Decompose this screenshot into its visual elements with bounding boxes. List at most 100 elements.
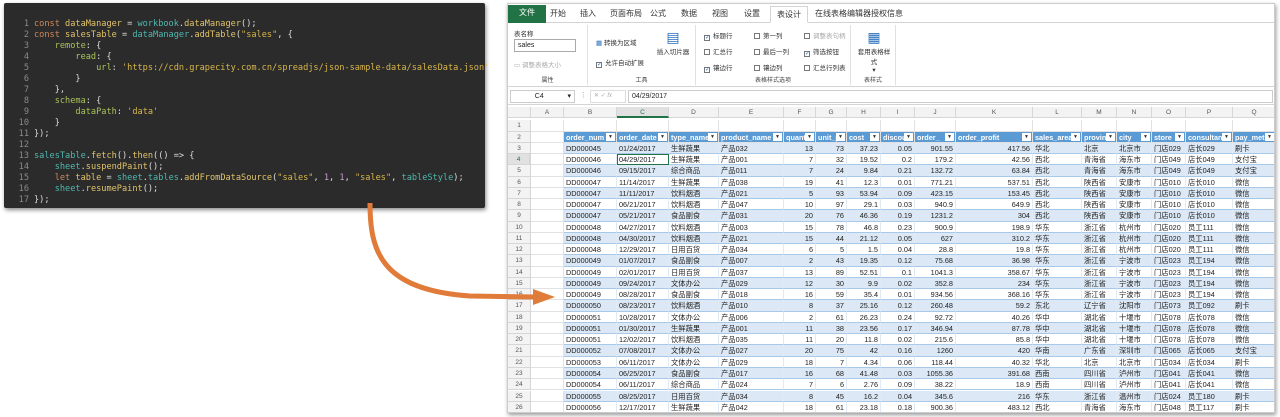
cell[interactable]: 215.6 xyxy=(915,334,956,346)
cell[interactable]: 73 xyxy=(816,142,847,155)
cell[interactable]: 产品027 xyxy=(719,345,784,357)
cell[interactable]: 59 xyxy=(816,289,847,301)
cell[interactable]: 0.12 xyxy=(881,300,915,312)
cell[interactable]: 10 xyxy=(784,199,816,211)
cell[interactable]: 8 xyxy=(784,390,816,402)
cell[interactable] xyxy=(669,120,719,132)
cell[interactable]: 7 xyxy=(784,165,816,177)
cell[interactable]: DD000047 xyxy=(564,210,617,222)
cell[interactable]: 员工111 xyxy=(1186,244,1233,256)
cell[interactable]: 微信 xyxy=(1233,289,1274,301)
formula-input[interactable]: 04/29/2017 xyxy=(628,90,1273,103)
cell[interactable]: 0.09 xyxy=(881,379,915,391)
cell[interactable]: 05/21/2017 xyxy=(617,210,669,222)
cell[interactable]: DD000048 xyxy=(564,232,617,245)
cell[interactable]: DD000049 xyxy=(564,266,617,278)
cell[interactable]: 西北 xyxy=(1033,401,1082,412)
cell[interactable] xyxy=(1233,120,1274,132)
column-header[interactable]: N xyxy=(1117,107,1152,119)
cell[interactable]: 华东 xyxy=(1033,244,1082,256)
cell[interactable]: 37.23 xyxy=(847,142,881,155)
cell[interactable] xyxy=(531,210,564,222)
cell[interactable]: 门店020 xyxy=(1152,244,1186,256)
cell[interactable]: 391.68 xyxy=(956,367,1033,380)
table-column-header[interactable]: product_name ▼ xyxy=(719,131,784,143)
cell[interactable]: 浙江省 xyxy=(1082,277,1117,290)
cell[interactable]: 西北 xyxy=(1033,187,1082,200)
cell[interactable]: 11/14/2017 xyxy=(617,176,669,188)
cell[interactable]: 门店010 xyxy=(1152,187,1186,200)
cell[interactable]: 华中 xyxy=(1033,322,1082,335)
tab-7[interactable]: 设置 xyxy=(738,6,766,23)
column-header[interactable]: Q xyxy=(1233,107,1274,119)
cell[interactable]: 627 xyxy=(915,232,956,245)
cell[interactable]: 11 xyxy=(784,334,816,346)
cell[interactable]: 01/07/2017 xyxy=(617,255,669,267)
cell[interactable]: 产品011 xyxy=(719,165,784,177)
filter-dropdown-icon[interactable]: ▼ xyxy=(1265,132,1274,141)
cell[interactable]: 陕西省 xyxy=(1082,187,1117,200)
cell[interactable]: DD000052 xyxy=(564,345,617,357)
cell[interactable]: 产品017 xyxy=(719,367,784,380)
table-column-header[interactable]: store ▼ xyxy=(1152,131,1186,143)
table-column-header[interactable]: quantit ▼ xyxy=(784,131,816,143)
tab-0[interactable]: 文件 xyxy=(508,5,546,23)
cell[interactable]: 微信 xyxy=(1233,232,1274,245)
cell[interactable]: 文体办公 xyxy=(669,345,719,357)
cell[interactable]: 泸州市 xyxy=(1117,379,1152,391)
cell[interactable]: 饮料烟酒 xyxy=(669,221,719,233)
cell[interactable]: 30 xyxy=(816,277,847,290)
cell[interactable]: 门店048 xyxy=(1152,401,1186,412)
column-header[interactable]: J xyxy=(915,107,956,119)
cell[interactable]: 06/11/2017 xyxy=(617,356,669,368)
cell[interactable]: 01/24/2017 xyxy=(617,142,669,155)
filter-dropdown-icon[interactable]: ▼ xyxy=(836,132,845,141)
row-header[interactable]: 6 xyxy=(508,176,531,188)
cell[interactable]: 产品032 xyxy=(719,142,784,155)
cell[interactable]: 安康市 xyxy=(1117,199,1152,211)
tab-1[interactable]: 开始 xyxy=(544,6,572,23)
cell[interactable] xyxy=(881,120,915,132)
cell[interactable]: DD000046 xyxy=(564,154,617,166)
cell[interactable]: 广东省 xyxy=(1082,345,1117,357)
cell[interactable]: 26.23 xyxy=(847,311,881,323)
cell[interactable]: 辽宁省 xyxy=(1082,300,1117,312)
row-header[interactable]: 23 xyxy=(508,367,531,380)
column-header[interactable]: M xyxy=(1082,107,1117,119)
cell[interactable]: 华南 xyxy=(1033,345,1082,357)
column-header[interactable]: G xyxy=(816,107,847,119)
cell[interactable]: 0.02 xyxy=(881,277,915,290)
cell[interactable]: 店长010 xyxy=(1186,199,1233,211)
cell[interactable]: 0.21 xyxy=(881,165,915,177)
cell[interactable] xyxy=(531,367,564,380)
cell[interactable]: 华东 xyxy=(1033,289,1082,301)
cell[interactable]: 店长049 xyxy=(1186,165,1233,177)
cell[interactable]: 6 xyxy=(784,244,816,256)
column-header[interactable]: K xyxy=(956,107,1033,119)
cell[interactable]: 61 xyxy=(816,311,847,323)
cell[interactable]: 安康市 xyxy=(1117,187,1152,200)
cell[interactable]: 32 xyxy=(816,154,847,166)
row-header[interactable]: 7 xyxy=(508,187,531,200)
cell[interactable]: 综合商品 xyxy=(669,379,719,391)
cell[interactable]: 文体办公 xyxy=(669,311,719,323)
insert-slicer-button[interactable]: ▤ 插入切片器 xyxy=(656,29,690,56)
cell[interactable]: 0.2 xyxy=(881,154,915,166)
resize-table-button[interactable]: ▭ 调整表格大小 xyxy=(514,59,561,69)
cell[interactable]: 13 xyxy=(784,266,816,278)
cell[interactable]: 36.98 xyxy=(956,255,1033,267)
cell[interactable]: 青海省 xyxy=(1082,165,1117,177)
table-column-header[interactable]: order_profit ▼ xyxy=(956,131,1033,143)
option-checkbox[interactable]: 第一列 xyxy=(754,30,783,40)
cell[interactable]: 门店049 xyxy=(1152,165,1186,177)
cell[interactable]: 员工111 xyxy=(1186,232,1233,245)
cell[interactable]: 宁波市 xyxy=(1117,277,1152,290)
cell[interactable] xyxy=(956,120,1033,132)
cell[interactable]: 饮料烟酒 xyxy=(669,187,719,200)
cell[interactable]: DD000045 xyxy=(564,142,617,155)
cell[interactable]: 浙江省 xyxy=(1082,255,1117,267)
cell[interactable]: 1041.3 xyxy=(915,266,956,278)
cell[interactable]: 16 xyxy=(784,367,816,380)
cell[interactable]: 901.55 xyxy=(915,142,956,155)
row-header[interactable]: 20 xyxy=(508,334,531,346)
